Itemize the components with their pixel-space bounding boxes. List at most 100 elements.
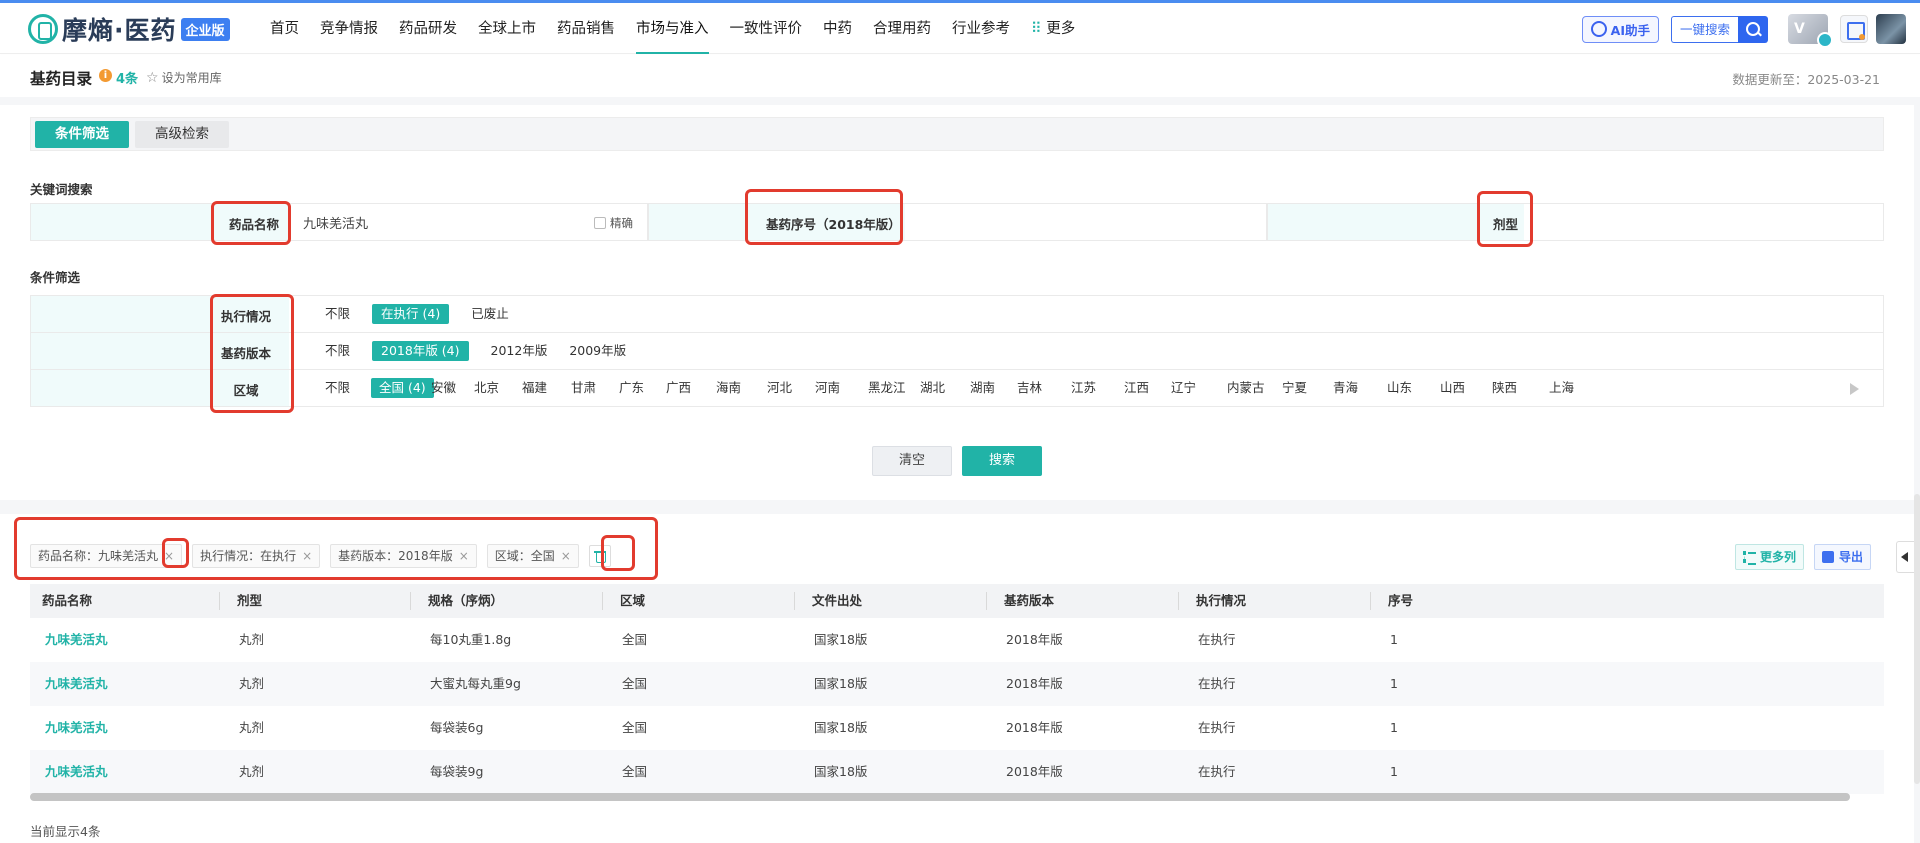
region-option-9[interactable]: 河北 — [767, 378, 792, 398]
region-option-5[interactable]: 甘肃 — [571, 378, 596, 398]
column-divider[interactable] — [219, 592, 220, 610]
nav-item-3[interactable]: 全球上市 — [478, 3, 536, 54]
nav-item-8[interactable]: 合理用药 — [873, 3, 931, 54]
filter-chip: 执行情况：在执行 × — [192, 544, 321, 568]
column-header[interactable]: 基药版本 — [1004, 584, 1054, 618]
region-option-19[interactable]: 宁夏 — [1282, 378, 1307, 398]
column-header[interactable]: 文件出处 — [812, 584, 862, 618]
drug-name-link[interactable]: 九味羌活丸 — [45, 662, 108, 706]
region-option-8[interactable]: 海南 — [716, 378, 741, 398]
nav-item-9[interactable]: 行业参考 — [952, 3, 1010, 54]
region-option-16[interactable]: 江西 — [1124, 378, 1149, 398]
ai-assistant-button[interactable]: AI助手 — [1581, 15, 1659, 43]
search-icon[interactable] — [1738, 15, 1768, 43]
region-option-10[interactable]: 河南 — [815, 378, 840, 398]
option-1-1[interactable]: 2018年版 (4) — [372, 341, 469, 361]
option-0-2[interactable]: 已废止 — [471, 304, 509, 324]
nav-item-5[interactable]: 市场与准入 — [636, 3, 709, 54]
tab-condition-filter[interactable]: 条件筛选 — [35, 121, 129, 148]
filter-chip-label: 执行情况：在执行 — [200, 549, 297, 563]
nav-item-4[interactable]: 药品销售 — [557, 3, 615, 54]
vertical-scrollbar[interactable] — [1914, 494, 1920, 784]
quick-search-button[interactable]: 一键搜索 — [1670, 15, 1738, 43]
region-option-1[interactable]: 全国 (4) — [371, 378, 434, 398]
column-header[interactable]: 序号 — [1388, 584, 1413, 618]
close-icon[interactable]: × — [164, 545, 174, 567]
nav-item-7[interactable]: 中药 — [823, 3, 852, 54]
column-divider[interactable] — [986, 592, 987, 610]
region-option-18[interactable]: 内蒙古 — [1227, 378, 1265, 398]
set-favorite-button[interactable]: ☆ 设为常用库 — [146, 69, 222, 86]
option-1-2[interactable]: 2012年版 — [491, 341, 548, 361]
scroll-right-arrow-icon[interactable] — [1850, 383, 1859, 395]
region-option-14[interactable]: 吉林 — [1017, 378, 1042, 398]
drug-name-link[interactable]: 九味羌活丸 — [45, 706, 108, 750]
guide-book-icon[interactable] — [1840, 15, 1868, 43]
region-option-22[interactable]: 山西 — [1440, 378, 1465, 398]
search-button[interactable]: 搜索 — [962, 446, 1042, 476]
column-divider[interactable] — [410, 592, 411, 610]
close-icon[interactable]: × — [302, 545, 312, 567]
brand-logo[interactable]: 摩熵·医药 企业版 — [28, 12, 230, 46]
region-option-21[interactable]: 山东 — [1387, 378, 1412, 398]
nav-item-0[interactable]: 首页 — [270, 3, 299, 54]
exact-match-checkbox[interactable]: 精确 — [594, 215, 633, 231]
dosage-form-field[interactable]: 剂型 — [1267, 203, 1884, 241]
option-1-0[interactable]: 不限 — [325, 341, 350, 361]
nav-item-6[interactable]: 一致性评价 — [730, 3, 803, 54]
table-cell: 国家18版 — [814, 764, 868, 779]
region-option-7[interactable]: 广西 — [666, 378, 691, 398]
info-icon[interactable]: i — [99, 69, 112, 82]
column-header[interactable]: 规格（序炳） — [428, 584, 503, 618]
vip-label: V — [1794, 21, 1805, 37]
column-divider[interactable] — [794, 592, 795, 610]
export-button[interactable]: 导出 — [1814, 544, 1872, 570]
clear-button[interactable]: 清空 — [872, 446, 952, 476]
condition-row-status: 执行情况 不限 在执行 (4) 已废止 — [31, 296, 1883, 333]
region-option-24[interactable]: 上海 — [1549, 378, 1574, 398]
column-header[interactable]: 剂型 — [237, 584, 262, 618]
close-icon[interactable]: × — [561, 545, 571, 567]
column-header[interactable]: 区域 — [620, 584, 645, 618]
region-option-12[interactable]: 湖北 — [920, 378, 945, 398]
column-divider[interactable] — [1178, 592, 1179, 610]
trash-icon[interactable] — [588, 545, 611, 567]
region-option-13[interactable]: 湖南 — [970, 378, 995, 398]
table-cell: 在执行 — [1198, 632, 1236, 647]
data-updated-text: 数据更新至：2025-03-21 — [1732, 72, 1880, 87]
option-1-3[interactable]: 2009年版 — [569, 341, 626, 361]
side-panel-toggle[interactable] — [1896, 541, 1914, 573]
region-option-20[interactable]: 青海 — [1333, 378, 1358, 398]
region-option-6[interactable]: 广东 — [619, 378, 644, 398]
region-option-23[interactable]: 陕西 — [1492, 378, 1517, 398]
table-cell: 2018年版 — [1006, 676, 1063, 691]
exact-match-label: 精确 — [610, 216, 633, 230]
drug-name-input[interactable]: 九味羌活丸 — [303, 213, 368, 232]
column-header[interactable]: 执行情况 — [1196, 584, 1246, 618]
nav-item-1[interactable]: 竞争情报 — [320, 3, 378, 54]
vip-badge[interactable]: V — [1788, 14, 1833, 48]
serial-number-field[interactable]: 基药序号（2018年版） — [648, 203, 1267, 241]
column-divider[interactable] — [602, 592, 603, 610]
region-option-11[interactable]: 黑龙江 — [868, 378, 906, 398]
column-header[interactable]: 药品名称 — [42, 584, 92, 618]
region-option-0[interactable]: 不限 — [325, 378, 350, 398]
nav-item-10[interactable]: ⠿ 更多 — [1031, 3, 1075, 54]
close-icon[interactable]: × — [459, 545, 469, 567]
drug-name-link[interactable]: 九味羌活丸 — [45, 750, 108, 794]
option-0-0[interactable]: 不限 — [325, 304, 350, 324]
more-columns-button[interactable]: 更多列 — [1735, 544, 1805, 570]
region-option-15[interactable]: 江苏 — [1071, 378, 1096, 398]
region-option-3[interactable]: 北京 — [474, 378, 499, 398]
region-option-2[interactable]: 安徽 — [431, 378, 456, 398]
table-cell: 丸剂 — [239, 764, 265, 779]
drug-name-link[interactable]: 九味羌活丸 — [45, 618, 108, 662]
region-option-17[interactable]: 辽宁 — [1171, 378, 1196, 398]
region-option-4[interactable]: 福建 — [522, 378, 547, 398]
horizontal-scrollbar[interactable] — [30, 793, 1850, 801]
column-divider[interactable] — [1370, 592, 1371, 610]
tab-advanced-search[interactable]: 高级检索 — [135, 121, 229, 148]
user-avatar[interactable] — [1876, 14, 1906, 44]
nav-item-2[interactable]: 药品研发 — [399, 3, 457, 54]
option-0-1[interactable]: 在执行 (4) — [372, 304, 450, 324]
